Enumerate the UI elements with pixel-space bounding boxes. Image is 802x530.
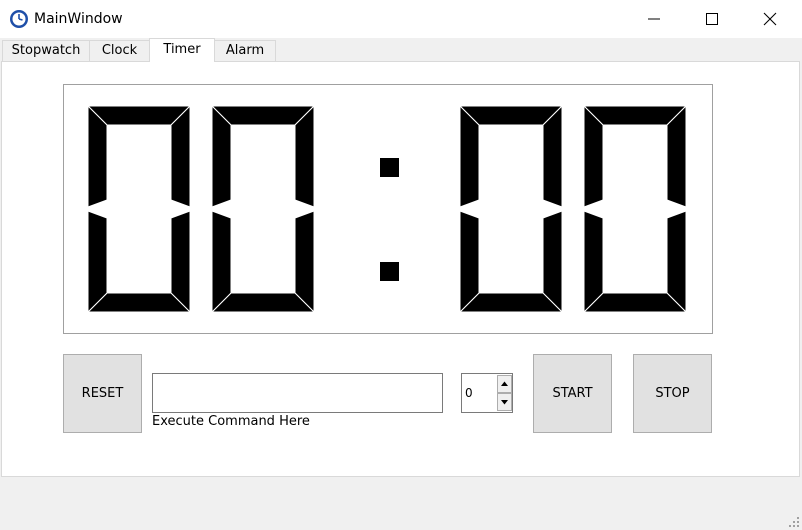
tab-stopwatch[interactable]: Stopwatch <box>2 40 90 62</box>
tab-bar: Stopwatch Clock Timer Alarm <box>0 38 802 62</box>
close-button[interactable] <box>741 0 799 38</box>
tab-timer[interactable]: Timer <box>149 38 215 62</box>
lcd-digits <box>86 104 688 314</box>
spin-value: 0 <box>465 386 473 400</box>
resize-grip-icon[interactable] <box>788 516 800 528</box>
maximize-icon <box>706 13 718 25</box>
reset-button[interactable]: RESET <box>63 354 142 433</box>
spin-box[interactable]: 0 <box>461 373 513 413</box>
minimize-button[interactable] <box>625 0 683 38</box>
window-title: MainWindow <box>34 11 123 27</box>
colon-dot <box>380 262 399 281</box>
arrow-up-icon <box>501 381 508 386</box>
title-bar: MainWindow <box>0 0 802 38</box>
maximize-button[interactable] <box>683 0 741 38</box>
minimize-icon <box>648 18 660 20</box>
command-hint-label: Execute Command Here <box>152 414 310 429</box>
lcd-timer-display <box>63 84 713 334</box>
close-icon <box>763 12 777 26</box>
start-button[interactable]: START <box>533 354 612 433</box>
stop-button[interactable]: STOP <box>633 354 712 433</box>
arrow-down-icon <box>501 400 508 405</box>
clock-app-icon <box>10 10 28 28</box>
command-input[interactable] <box>152 373 443 413</box>
colon-dot <box>380 158 399 177</box>
tab-alarm[interactable]: Alarm <box>214 40 276 62</box>
spin-up-button[interactable] <box>497 375 512 393</box>
spin-down-button[interactable] <box>497 393 512 411</box>
tab-clock[interactable]: Clock <box>89 40 150 62</box>
